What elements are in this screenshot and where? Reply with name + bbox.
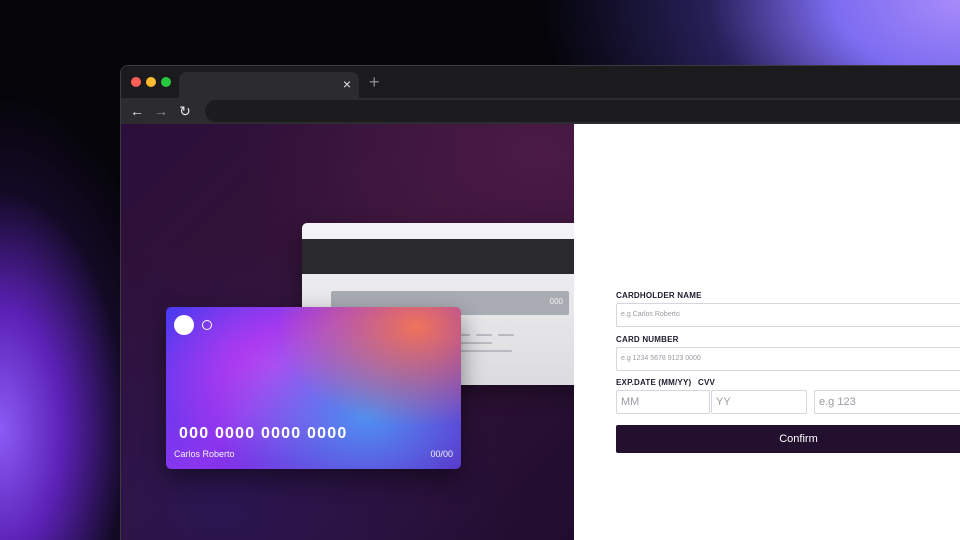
tab-bar: × +: [121, 66, 960, 98]
close-window-button[interactable]: [131, 77, 141, 87]
payment-form: CARDHOLDER NAME e.g Carlos Roberto CARD …: [616, 124, 960, 540]
confirm-button[interactable]: Confirm: [616, 425, 960, 453]
cardholder-name-input[interactable]: e.g Carlos Roberto: [616, 303, 960, 327]
page-viewport: 000 000 0000 0000 0000 Carlos Roberto 00…: [121, 124, 960, 540]
card-logo-outline-circle: [202, 320, 212, 330]
exp-month-input[interactable]: MM: [616, 390, 710, 414]
magnetic-stripe: [302, 239, 597, 274]
new-tab-icon[interactable]: +: [369, 73, 380, 91]
browser-window: × + ← → ↻ 000 000 0000 0000 0000 Carlos …: [120, 65, 960, 540]
card-back-line: [476, 334, 492, 336]
maximize-window-button[interactable]: [161, 77, 171, 87]
cardholder-name-display: Carlos Roberto: [174, 449, 235, 459]
card-back-line: [452, 350, 512, 352]
card-number-input[interactable]: e.g 1234 5678 9123 0000: [616, 347, 960, 371]
card-number-label: CARD NUMBER: [616, 335, 679, 344]
card-front: 000 0000 0000 0000 Carlos Roberto 00/00: [166, 307, 461, 469]
address-bar[interactable]: [205, 100, 960, 122]
browser-tab[interactable]: ×: [179, 72, 359, 98]
browser-toolbar: ← → ↻: [121, 98, 960, 124]
card-back-line: [498, 334, 514, 336]
card-number-display: 000 0000 0000 0000: [179, 425, 348, 442]
exp-date-label: EXP.DATE (MM/YY): [616, 378, 692, 387]
cardholder-name-label: CARDHOLDER NAME: [616, 291, 702, 300]
card-back-cvv: 000: [549, 297, 563, 306]
close-tab-icon[interactable]: ×: [343, 76, 351, 92]
forward-arrow-icon[interactable]: →: [151, 101, 171, 121]
cvv-input[interactable]: e.g 123: [814, 390, 960, 414]
reload-icon[interactable]: ↻: [175, 101, 195, 121]
card-logo-filled-circle: [174, 315, 194, 335]
card-expiry-display: 00/00: [430, 449, 453, 459]
minimize-window-button[interactable]: [146, 77, 156, 87]
payment-form-panel: CARDHOLDER NAME e.g Carlos Roberto CARD …: [574, 124, 960, 540]
cvv-label: CVV: [698, 378, 716, 387]
card-preview-panel: 000 000 0000 0000 0000 Carlos Roberto 00…: [121, 124, 597, 540]
exp-year-input[interactable]: YY: [711, 390, 807, 414]
back-arrow-icon[interactable]: ←: [127, 101, 147, 121]
